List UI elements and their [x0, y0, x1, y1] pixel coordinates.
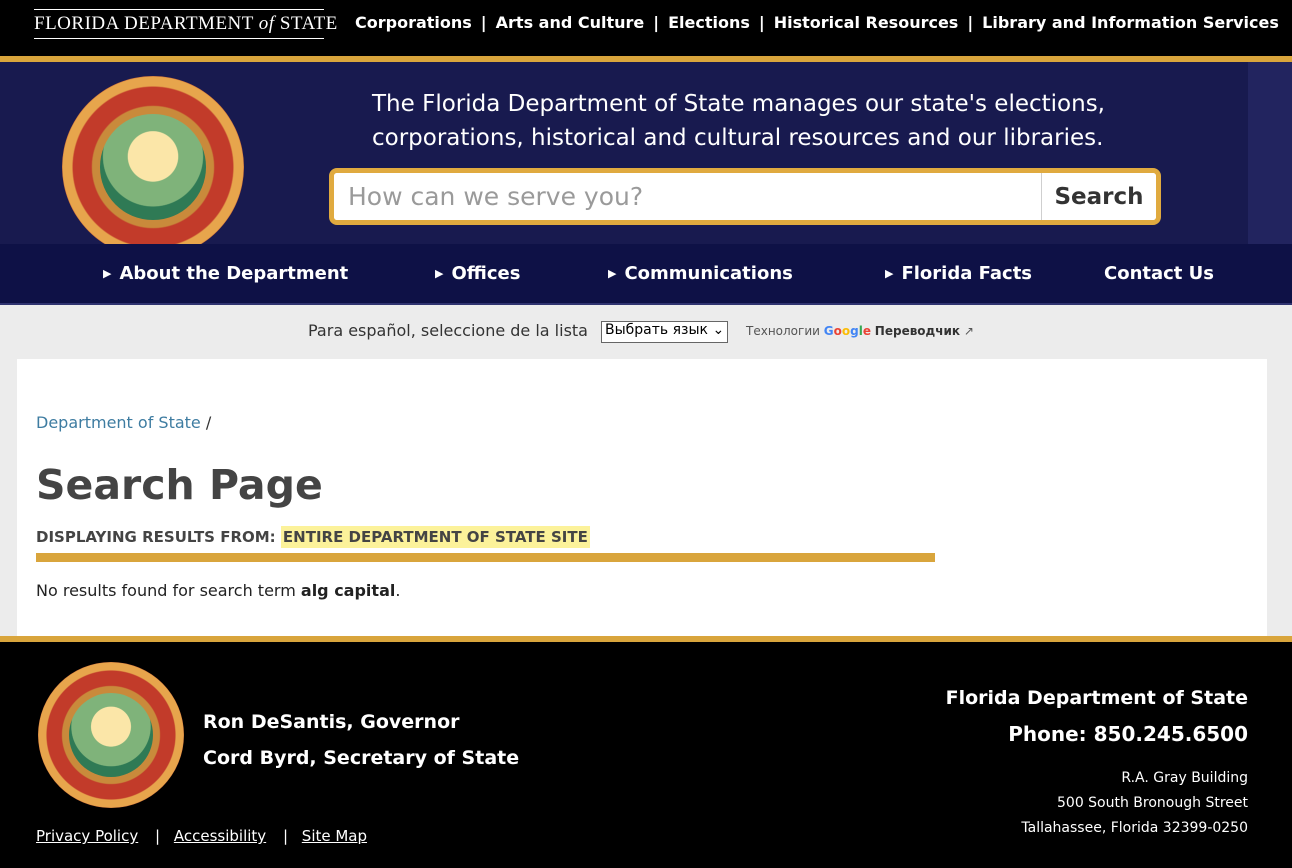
no-results-text: No results found for search term: [36, 581, 301, 600]
footer-link-separator: |: [155, 827, 161, 845]
site-logo[interactable]: FLORIDA DEPARTMENT of STATE: [34, 9, 337, 39]
officials: Ron DeSantis, Governor Cord Byrd, Secret…: [203, 704, 519, 776]
page-title: Search Page: [36, 461, 323, 509]
chevron-down-icon: ⌄: [712, 322, 725, 338]
footer-address: R.A. Gray Building 500 South Bronough St…: [946, 766, 1248, 841]
no-results-message: No results found for search term alg cap…: [36, 581, 400, 600]
topnav-corporations[interactable]: Corporations: [355, 13, 472, 32]
nav-offices[interactable]: ▶ Offices: [435, 263, 520, 284]
florida-seal-icon[interactable]: [62, 76, 244, 258]
gold-divider: [36, 553, 935, 562]
nav-label: Communications: [624, 263, 793, 284]
nav-label: Offices: [451, 263, 521, 284]
footer: Ron DeSantis, Governor Cord Byrd, Secret…: [0, 636, 1292, 868]
secretary-name: Cord Byrd, Secretary of State: [203, 747, 520, 769]
caret-right-icon: ▶: [608, 267, 617, 280]
florida-seal-icon: [38, 662, 184, 808]
main-nav: ▶ About the Department ▶ Offices ▶ Communic…: [0, 244, 1292, 305]
logo-text-of: of: [258, 13, 275, 34]
address-line: R.A. Gray Building: [1121, 770, 1248, 786]
topnav-separator: |: [653, 12, 660, 32]
results-scope-label: DISPLAYING RESULTS FROM:: [36, 528, 276, 546]
topnav-separator: |: [480, 12, 487, 32]
search-input[interactable]: [334, 173, 1041, 220]
nav-communications[interactable]: ▶ Communications: [608, 263, 793, 284]
hero-banner: The Florida Department of State manages …: [0, 56, 1292, 258]
google-letter: g: [850, 324, 859, 338]
nav-label: About the Department: [119, 263, 349, 284]
privacy-policy-link[interactable]: Privacy Policy: [36, 827, 138, 845]
hero-edge-panel: [1248, 62, 1292, 244]
seal-center: [100, 114, 206, 220]
topnav-library-information-services[interactable]: Library and Information Services: [982, 13, 1279, 32]
accessibility-link[interactable]: Accessibility: [174, 827, 266, 845]
search-box: Search: [329, 168, 1161, 225]
google-translate-credit: Технологии Google Переводчик ↗: [746, 324, 974, 338]
footer-org-name: Florida Department of State: [945, 687, 1248, 709]
search-button[interactable]: Search: [1041, 173, 1156, 220]
footer-links: Privacy Policy | Accessibility | Site Ma…: [36, 827, 367, 845]
powered-prefix: Технологии: [746, 324, 820, 338]
caret-right-icon: ▶: [103, 267, 112, 280]
caret-right-icon: ▶: [435, 267, 444, 280]
language-select-value: Выбрать язык: [605, 322, 708, 338]
google-letter: e: [862, 324, 871, 338]
seal-center: [68, 692, 154, 778]
logo-text-post: STATE: [274, 13, 338, 34]
translate-bar: Para español, seleccione de la lista Выб…: [0, 306, 1292, 358]
logo-text-pre: FLORIDA DEPARTMENT: [34, 13, 259, 34]
results-scope: DISPLAYING RESULTS FROM: ENTIRE DEPARTME…: [36, 526, 590, 548]
nav-label: Florida Facts: [901, 263, 1033, 284]
caret-right-icon: ▶: [885, 267, 894, 280]
address-line: Tallahassee, Florida 32399-0250: [1021, 820, 1248, 836]
breadcrumb-separator: /: [205, 413, 212, 432]
google-letter: o: [833, 324, 842, 338]
contact-info: Florida Department of State Phone: 850.2…: [946, 680, 1248, 841]
translate-label: Para español, seleccione de la lista: [308, 321, 588, 340]
nav-about-department[interactable]: ▶ About the Department: [103, 263, 348, 284]
external-link-icon: ↗: [963, 324, 974, 338]
translate-link[interactable]: Переводчик: [875, 324, 960, 338]
top-bar: FLORIDA DEPARTMENT of STATE Corporations…: [0, 0, 1292, 56]
results-scope-value: ENTIRE DEPARTMENT OF STATE SITE: [280, 526, 590, 548]
no-results-period: .: [395, 581, 401, 600]
governor-name: Ron DeSantis, Governor: [203, 711, 460, 733]
nav-contact-us[interactable]: Contact Us: [1104, 263, 1214, 284]
footer-phone: Phone: 850.245.6500: [1008, 722, 1248, 746]
nav-florida-facts[interactable]: ▶ Florida Facts: [885, 263, 1032, 284]
main-content: Department of State / Search Page DISPLA…: [17, 359, 1267, 639]
google-letter: o: [841, 324, 851, 338]
site-map-link[interactable]: Site Map: [302, 827, 367, 845]
footer-link-separator: |: [282, 827, 289, 845]
topnav-historical-resources[interactable]: Historical Resources: [774, 13, 959, 32]
breadcrumb-department-link[interactable]: Department of State: [36, 413, 201, 432]
language-select[interactable]: Выбрать язык ⌄: [601, 321, 729, 343]
top-nav: Corporations | Arts and Culture | Electi…: [355, 0, 1279, 44]
topnav-separator: |: [967, 12, 974, 32]
nav-label: Contact Us: [1104, 263, 1215, 284]
google-letter: G: [823, 324, 834, 338]
hero-tagline: The Florida Department of State manages …: [372, 91, 1105, 151]
topnav-arts-and-culture[interactable]: Arts and Culture: [496, 13, 645, 32]
search-term: alg capital: [300, 581, 396, 600]
topnav-elections[interactable]: Elections: [668, 13, 750, 32]
address-line: 500 South Bronough Street: [1057, 795, 1248, 811]
topnav-separator: |: [758, 12, 765, 32]
breadcrumb: Department of State /: [36, 413, 211, 432]
